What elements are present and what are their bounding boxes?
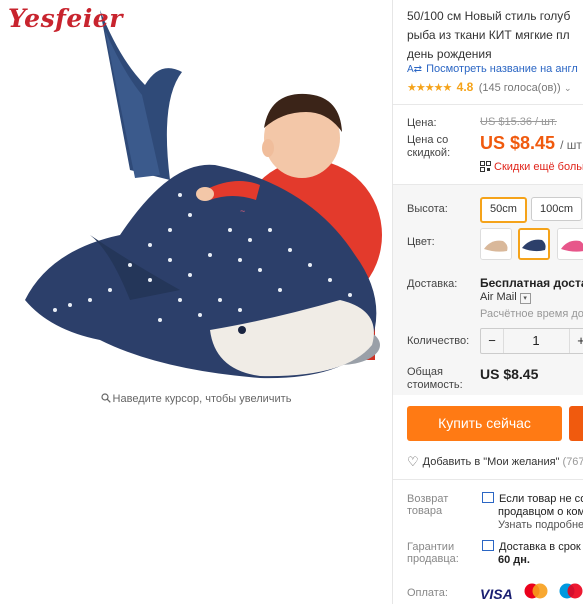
sale-price-label: Цена со скидкой: <box>407 134 450 160</box>
visa-logo: VISA <box>480 585 513 602</box>
price-label: Цена: <box>407 117 437 129</box>
shipping-value: Бесплатная доставк <box>480 276 583 290</box>
main-product-image[interactable]: ~ <box>10 0 388 385</box>
shipping-label: Доставка: <box>407 278 458 290</box>
zoom-hint: Наведите курсор, чтобы увеличить <box>0 393 392 405</box>
quantity-stepper: − 1 + <box>480 328 583 354</box>
product-title-line: рыба из ткани КИТ мягкие пл <box>407 28 570 42</box>
buy-now-button[interactable]: Купить сейчас <box>407 406 562 441</box>
height-label: Высота: <box>407 203 448 215</box>
original-price: US $15.36 / шт. <box>480 116 557 128</box>
quantity-decrease-button[interactable]: − <box>481 329 504 353</box>
returns-label: Возврат товара <box>407 493 448 517</box>
heart-icon: ♡ <box>407 454 419 469</box>
payment-label: Оплата: <box>407 587 448 599</box>
payment-methods: VISA <box>480 583 583 604</box>
sale-price: US $8.45 / шт <box>480 133 582 154</box>
returns-info-line: Если товар не соо <box>499 493 583 505</box>
product-info-panel: 50/100 см Новый стиль голуб рыба из ткан… <box>393 0 583 604</box>
translate-icon: A⇄ <box>407 64 423 75</box>
coupon-text: Скидки ещё больш <box>494 161 583 173</box>
guarantee-info: Доставка в срок 60 дн. <box>482 540 581 567</box>
product-title-line: 50/100 см Новый стиль голуб <box>407 9 571 23</box>
sale-price-value: US $8.45 <box>480 133 556 153</box>
sale-price-label-line: Цена со <box>407 134 449 146</box>
magnifier-icon <box>100 393 111 403</box>
sale-price-label-line: скидкой: <box>407 147 451 159</box>
total-label: Общая стоимость: <box>407 366 463 392</box>
rating-votes: (145 голоса(ов)) <box>478 82 561 94</box>
returns-info: Если товар не соо продавцом о ком Узнать… <box>482 492 583 532</box>
chevron-down-icon: ⌄ <box>563 83 572 93</box>
add-to-wishlist-link[interactable]: ♡ Добавить в "Мои желания" (767 <box>407 454 583 470</box>
brand-logo: Yesfeier <box>8 4 123 33</box>
product-title: 50/100 см Новый стиль голуб рыба из ткан… <box>407 7 583 64</box>
shipping-eta: Расчётное время дос <box>480 308 583 320</box>
wishlist-label: Добавить в "Мои желания" <box>422 456 560 468</box>
maestro-icon <box>558 583 583 604</box>
height-option-50cm[interactable]: 50cm <box>480 197 527 223</box>
shipping-method: Air Mail <box>480 291 517 303</box>
coupon-link[interactable]: Скидки ещё больш <box>480 161 583 173</box>
rating-score: 4.8 <box>456 80 474 94</box>
shipping-method-select[interactable]: Air Mail ▾ <box>480 291 531 304</box>
wishlist-count: (767 <box>562 456 583 468</box>
product-title-line: день рождения <box>407 47 492 61</box>
total-value: US $8.45 <box>480 366 539 382</box>
sale-price-unit: / шт <box>560 138 582 152</box>
color-label: Цвет: <box>407 236 435 248</box>
zoom-hint-text: Наведите курсор, чтобы увеличить <box>112 393 292 405</box>
divider <box>393 104 583 105</box>
guarantee-info-line: Доставка в срок <box>499 541 581 553</box>
product-gallery: ~ Yesfeier Наведите курсор, чтобы увелич… <box>0 0 392 604</box>
return-box-icon <box>482 492 494 503</box>
returns-label-line: товара <box>407 505 443 517</box>
quantity-input[interactable]: 1 <box>504 329 568 353</box>
total-label-line: Общая <box>407 366 443 378</box>
color-swatch-blue[interactable] <box>518 228 550 260</box>
translate-link-text: Посмотреть название на англ <box>426 63 578 75</box>
guarantee-label-line: Гарантии <box>407 541 455 553</box>
add-to-cart-button[interactable] <box>569 406 583 441</box>
mastercard-icon <box>523 583 549 604</box>
quantity-label: Количество: <box>407 335 470 347</box>
translate-title-link[interactable]: A⇄ Посмотреть название на англ <box>407 63 578 75</box>
svg-text:~: ~ <box>240 206 245 216</box>
color-swatch-pink[interactable] <box>557 228 583 260</box>
color-swatch-beige[interactable] <box>480 228 512 260</box>
qr-code-icon <box>480 161 491 172</box>
divider <box>393 479 583 480</box>
product-rating[interactable]: ★★★★★ 4.8 (145 голоса(ов)) ⌄ <box>407 80 572 94</box>
quantity-increase-button[interactable]: + <box>569 329 583 353</box>
total-label-line: стоимость: <box>407 379 463 391</box>
guarantee-days: 60 дн. <box>498 554 530 566</box>
delivery-calendar-icon <box>482 540 494 551</box>
chevron-down-icon: ▾ <box>519 293 531 304</box>
guarantee-label: Гарантии продавца: <box>407 541 459 565</box>
returns-info-line: продавцом о ком <box>498 506 583 518</box>
returns-details-link[interactable]: Узнать подробне <box>482 519 583 532</box>
guarantee-label-line: продавца: <box>407 553 459 565</box>
returns-label-line: Возврат <box>407 493 449 505</box>
rating-stars-icon: ★★★★★ <box>407 82 452 94</box>
height-option-100cm[interactable]: 100cm <box>531 197 582 221</box>
